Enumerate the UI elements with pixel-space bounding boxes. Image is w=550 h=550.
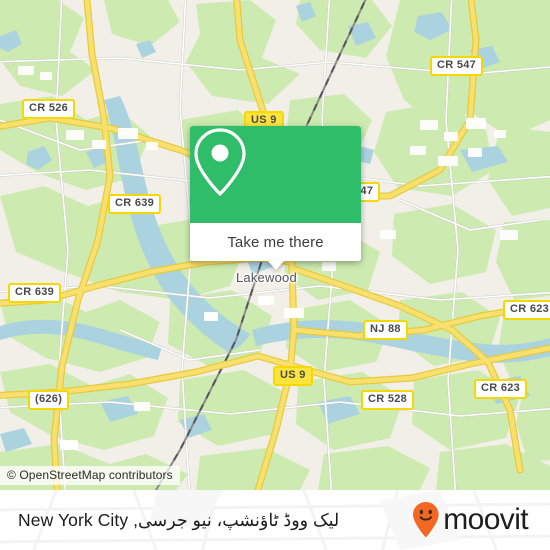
- road-shield-nj88: NJ 88: [363, 320, 408, 340]
- road-shield-cr547-north: CR 547: [430, 56, 484, 76]
- destination-popup-card[interactable]: Take me there: [190, 126, 361, 270]
- road-shield-cr526: CR 526: [22, 99, 76, 119]
- road-shield-cr639-upper: CR 639: [108, 194, 162, 214]
- footer-bar: لیک ووڈ ٹاؤنشپ، نیو جرسی, New York City …: [0, 490, 550, 550]
- take-me-there-label: Take me there: [227, 233, 324, 251]
- location-pin-icon: [194, 128, 246, 196]
- road-shield-cr528: CR 528: [361, 390, 415, 410]
- road-shield-626: (626): [28, 390, 70, 410]
- road-shield-us9-south: US 9: [273, 366, 313, 386]
- place-label-lakewood: Lakewood: [236, 270, 297, 285]
- popup-card-pointer: [266, 260, 285, 270]
- take-me-there-button[interactable]: Take me there: [190, 223, 361, 261]
- popup-card-header: [190, 126, 361, 223]
- osm-attribution[interactable]: © OpenStreetMap contributors: [0, 466, 180, 485]
- road-shield-cr623-upper: CR 623: [503, 300, 550, 320]
- road-shield-cr639-lower: CR 639: [8, 283, 62, 303]
- footer-location-title: لیک ووڈ ٹاؤنشپ، نیو جرسی, New York City: [18, 509, 340, 530]
- moovit-map-screenshot: CR 526 CR 547 US 9 CR 639 547 CR 639 CR …: [0, 0, 550, 550]
- road-shield-cr623-lower: CR 623: [474, 379, 528, 399]
- moovit-wordmark: moovit: [443, 503, 528, 536]
- moovit-brand-logo[interactable]: moovit: [411, 501, 529, 539]
- moovit-smiley-pin-icon: [413, 502, 439, 538]
- map-canvas[interactable]: CR 526 CR 547 US 9 CR 639 547 CR 639 CR …: [0, 0, 550, 490]
